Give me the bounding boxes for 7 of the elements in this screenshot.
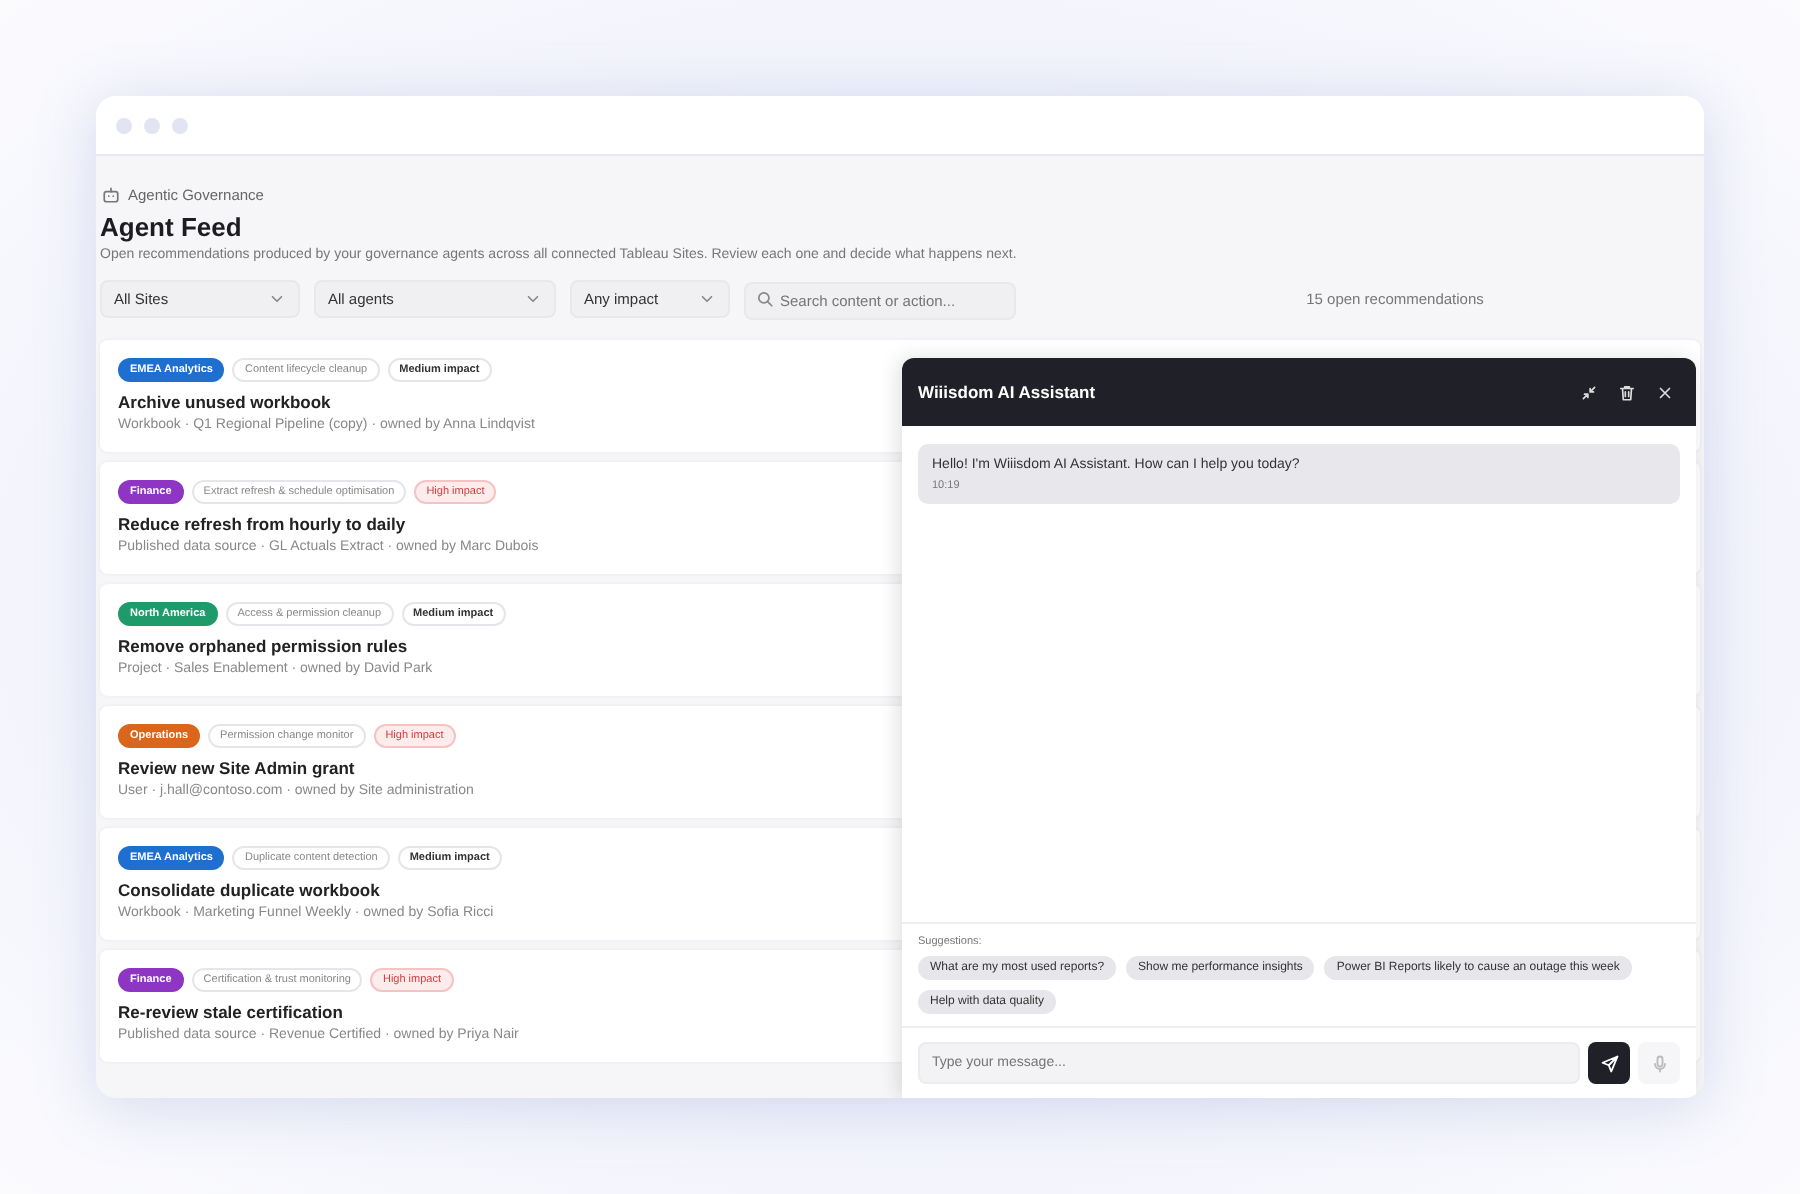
page-title: Agent Feed: [100, 212, 244, 242]
recommendation-title: Re-review stale certification: [118, 1002, 345, 1022]
panel-title: Wiiisdom AI Assistant: [918, 382, 1098, 402]
recommendation-title: Consolidate duplicate workbook: [118, 880, 382, 900]
recommendation-title: Remove orphaned permission rules: [118, 636, 410, 656]
recommendation-title: Review new Site Admin grant: [118, 758, 357, 778]
recommendation-title: Reduce refresh from hourly to daily: [118, 514, 408, 534]
